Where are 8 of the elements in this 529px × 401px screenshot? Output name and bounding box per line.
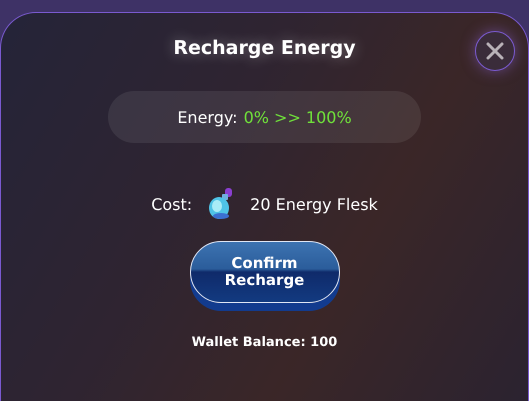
energy-value: 0% >> 100% [244, 108, 352, 126]
cost-amount: 20 Energy Flesk [250, 194, 378, 214]
dialog-title: Recharge Energy [173, 37, 356, 59]
wallet-balance: Wallet Balance: 100 [192, 335, 338, 350]
close-button[interactable] [475, 31, 515, 71]
close-icon [486, 42, 504, 60]
energy-label: Energy: [177, 108, 238, 126]
cost-label: Cost: [151, 194, 192, 214]
